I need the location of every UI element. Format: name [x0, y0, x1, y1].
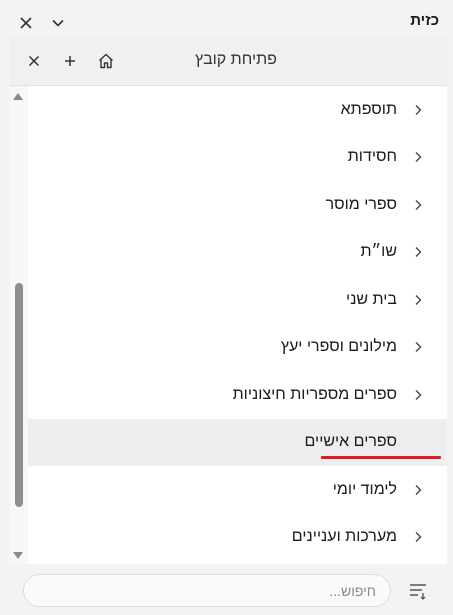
chevron-right-icon[interactable] — [409, 338, 427, 356]
home-button[interactable] — [94, 50, 118, 72]
library-tree-panel: תוספתא חסידות ספרי מוסר שו״ת בית שני מיל… — [10, 86, 447, 564]
chevron-right-icon[interactable] — [409, 243, 427, 261]
chevron-right-icon[interactable] — [409, 196, 427, 214]
tree-item-personal-books[interactable]: ספרים אישיים — [28, 418, 447, 466]
tree-item-label: ספרים מספריות חיצוניות — [232, 385, 397, 403]
filter-button[interactable] — [407, 580, 429, 602]
close-icon — [20, 17, 32, 29]
chevron-right-icon[interactable] — [409, 386, 427, 404]
close-icon — [28, 55, 40, 67]
tree-item-topics[interactable]: מערכות ועניינים — [28, 514, 447, 562]
home-icon — [99, 53, 113, 69]
chevron-right-icon[interactable] — [409, 291, 427, 309]
scrollbar-thumb[interactable] — [15, 283, 23, 507]
tree-item-label: לימוד יומי — [332, 480, 397, 498]
tree-item-label: בית שני — [346, 290, 397, 308]
tree-item-external-libraries[interactable]: ספרים מספריות חיצוניות — [28, 371, 447, 419]
tree-item-musar[interactable]: ספרי מוסר — [28, 181, 447, 229]
scroll-down-arrow-icon[interactable] — [13, 552, 23, 559]
close-tab-button[interactable] — [22, 50, 46, 72]
tree-item-label: מערכות ועניינים — [291, 528, 397, 546]
tab-bar: פתיחת קובץ — [10, 37, 447, 86]
chevron-right-icon[interactable] — [409, 101, 427, 119]
plus-icon — [65, 56, 75, 66]
bottom-bar — [0, 566, 453, 615]
collapse-button[interactable] — [47, 12, 69, 34]
tree-item-shut[interactable]: שו״ת — [28, 229, 447, 277]
filter-list-icon — [410, 584, 426, 600]
tree-item-dictionaries[interactable]: מילונים וספרי יעץ — [28, 324, 447, 372]
tree-item-label: ספרי מוסר — [325, 195, 397, 213]
highlight-underline — [321, 455, 441, 459]
tree-item-label: חסידות — [347, 148, 397, 166]
scroll-up-arrow-icon[interactable] — [13, 93, 23, 100]
chevron-right-icon[interactable] — [409, 528, 427, 546]
search-input[interactable] — [23, 574, 391, 607]
vertical-scrollbar[interactable] — [10, 86, 28, 564]
tree-item-label: מילונים וספרי יעץ — [280, 338, 397, 356]
category-list: תוספתא חסידות ספרי מוסר שו״ת בית שני מיל… — [28, 86, 447, 564]
chevron-right-icon[interactable] — [409, 481, 427, 499]
tree-item-daily-study[interactable]: לימוד יומי — [28, 466, 447, 514]
tree-item-chassidut[interactable]: חסידות — [28, 134, 447, 182]
chevron-down-icon — [52, 19, 64, 27]
tab-title[interactable]: פתיחת קובץ — [195, 51, 277, 69]
tree-item-label: תוספתא — [340, 100, 397, 118]
tree-item-second-temple[interactable]: בית שני — [28, 276, 447, 324]
tree-item-tosefta[interactable]: תוספתא — [28, 86, 447, 134]
new-tab-button[interactable] — [58, 50, 82, 72]
window-title: כזית — [410, 12, 439, 29]
chevron-right-icon[interactable] — [409, 148, 427, 166]
tree-item-label: ספרים אישיים — [304, 433, 398, 451]
tree-item-label: שו״ת — [360, 243, 397, 261]
close-window-button[interactable] — [15, 12, 37, 34]
